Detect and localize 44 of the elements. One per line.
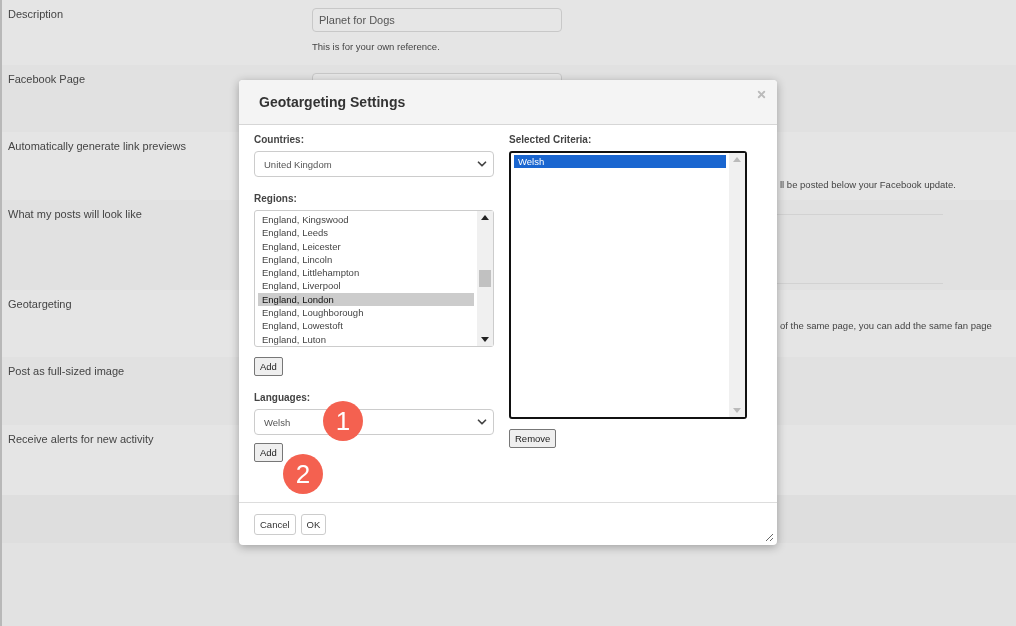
region-option[interactable]: England, Lowestoft [258, 319, 474, 333]
add-region-button[interactable]: Add [254, 357, 283, 376]
region-option[interactable]: England, Kingswood [258, 213, 474, 227]
region-option[interactable]: England, London [258, 292, 474, 307]
setting-label: Post as full-sized image [8, 365, 125, 377]
add-language-button[interactable]: Add [254, 443, 283, 462]
region-option[interactable]: England, Lincoln [258, 252, 474, 267]
resize-grip-icon[interactable] [765, 533, 774, 542]
region-option[interactable]: England, Leeds [258, 226, 474, 240]
close-icon[interactable] [756, 89, 767, 100]
help-text: This is for your own reference. [312, 41, 441, 52]
criteria-list[interactable]: Welsh [509, 151, 747, 419]
setting-label: Receive alerts for new activity [8, 433, 154, 445]
regions-list[interactable]: England, Kingswood England, Leeds England, Leicester England, Lincoln England, Littlehampton England, Liverpool England, London England, Loughborough England, Lowestoft England, Luton [254, 210, 494, 347]
remove-button[interactable]: Remove [509, 429, 557, 448]
countries-select[interactable]: United Kingdom [254, 151, 494, 177]
dialog-button[interactable]: Cancel [254, 513, 296, 535]
region-option[interactable]: England, Loughborough [258, 306, 474, 320]
setting-label: Geotargeting [8, 298, 72, 310]
description-field[interactable]: Planet for Dogs [312, 8, 562, 32]
scrollbar[interactable] [477, 211, 493, 346]
setting-label: Facebook Page [8, 73, 86, 85]
region-option[interactable]: England, Littlehampton [258, 266, 474, 280]
down-arrow-icon [732, 407, 742, 414]
countries-label: Countries: [254, 134, 305, 145]
dialog-title: Geotargeting Settings [259, 94, 406, 110]
up-arrow-icon [480, 214, 490, 221]
dialog-button[interactable]: OK [300, 513, 327, 535]
regions-label: Regions: [254, 193, 298, 204]
up-arrow-icon [732, 156, 742, 163]
criteria-option[interactable]: Welsh [514, 155, 726, 169]
scrollbar[interactable] [729, 153, 745, 417]
region-option[interactable]: England, Leicester [258, 239, 474, 253]
setting-label: Automatically generate link previews [8, 140, 186, 152]
criteria-label: Selected Criteria: [509, 134, 593, 145]
help-text: of the same page, you can add the same fan page [780, 320, 993, 331]
languages-label: Languages: [254, 392, 312, 403]
scrollbar-thumb[interactable] [479, 270, 491, 287]
help-text: ll be posted below your Facebook update. [780, 179, 957, 190]
region-option[interactable]: England, Luton [258, 332, 474, 346]
down-arrow-icon [480, 336, 490, 343]
region-option[interactable]: England, Liverpool [258, 279, 474, 293]
setting-label: Description [8, 8, 64, 20]
setting-label: What my posts will look like [8, 208, 142, 220]
